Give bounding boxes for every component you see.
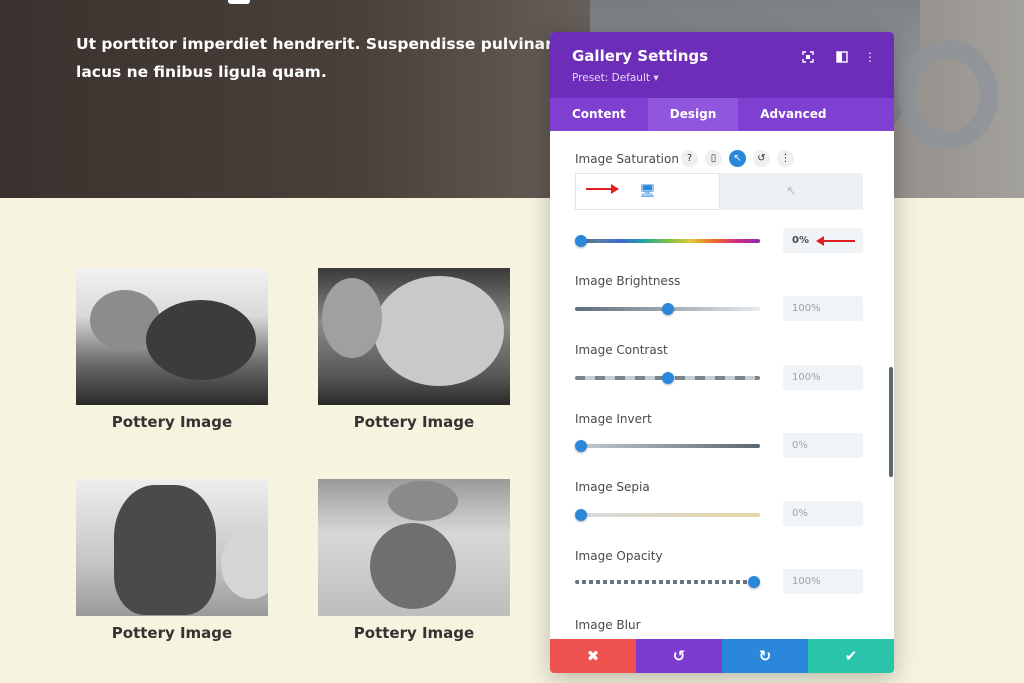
contrast-slider-track[interactable] (575, 372, 760, 384)
opacity-slider-knob[interactable] (748, 576, 760, 588)
annotation-arrow-right (586, 184, 619, 194)
brightness-slider-track[interactable] (575, 303, 760, 315)
brightness-value-input[interactable]: 100% (783, 296, 863, 321)
redo-button[interactable]: ↻ (722, 639, 808, 673)
invert-slider-knob[interactable] (575, 440, 587, 452)
opacity-value-input[interactable]: 100% (783, 569, 863, 594)
undo-button[interactable]: ↺ (636, 639, 722, 673)
cancel-button[interactable]: ✖ (550, 639, 636, 673)
panel-footer: ✖ ↺ ↻ ✔ (550, 639, 894, 673)
panel-body: Image Saturation ? ▯ ↖ ↺ ⋮ 🖥 ↖ 0% Image … (550, 131, 894, 639)
split-view-icon[interactable] (834, 49, 850, 65)
gallery-image[interactable] (76, 268, 268, 405)
saturation-toolbar: ? ▯ ↖ ↺ ⋮ (681, 150, 794, 167)
sepia-slider-knob[interactable] (575, 509, 587, 521)
gallery-item[interactable]: Pottery Image (318, 268, 510, 431)
gallery-image[interactable] (318, 268, 510, 405)
reset-icon[interactable]: ↺ (753, 150, 770, 167)
panel-header: Gallery Settings Preset: Default ▾ ⋮ (550, 32, 894, 98)
hero-text: Ut porttitor imperdiet hendrerit. Suspen… (76, 35, 553, 81)
invert-slider-track[interactable] (575, 440, 760, 452)
close-icon: ✖ (586, 647, 600, 665)
hover-tab[interactable]: ↖ (720, 173, 863, 210)
contrast-value-input[interactable]: 100% (783, 365, 863, 390)
more-icon[interactable]: ⋮ (862, 49, 878, 65)
gallery-image[interactable] (76, 479, 268, 616)
gallery-caption: Pottery Image (353, 624, 475, 642)
help-icon[interactable]: ? (681, 150, 698, 167)
gallery-item[interactable]: Pottery Image (318, 479, 510, 642)
save-button[interactable]: ✔ (808, 639, 894, 673)
gallery-caption: Pottery Image (353, 413, 475, 431)
image-opacity-label: Image Opacity (575, 549, 663, 563)
tab-design[interactable]: Design (647, 98, 739, 131)
image-brightness-label: Image Brightness (575, 274, 681, 288)
saturation-slider-track[interactable] (575, 235, 760, 247)
gallery-image[interactable] (318, 479, 510, 616)
tab-content[interactable]: Content (550, 98, 648, 131)
undo-icon: ↺ (672, 647, 686, 665)
sepia-value-input[interactable]: 0% (783, 501, 863, 526)
brightness-slider-knob[interactable] (661, 303, 674, 315)
sepia-slider-track[interactable] (575, 509, 760, 521)
gallery-caption: Pottery Image (111, 624, 233, 642)
hover-cursor-icon[interactable]: ↖ (729, 150, 746, 167)
image-contrast-label: Image Contrast (575, 343, 668, 357)
gallery-item[interactable]: Pottery Image (76, 479, 268, 642)
invert-value-input[interactable]: 0% (783, 433, 863, 458)
panel-title: Gallery Settings (572, 47, 709, 65)
contrast-slider-knob[interactable] (661, 372, 674, 384)
focus-icon[interactable] (800, 49, 816, 65)
hero-cup-handle (898, 40, 998, 150)
hero-title-fragment (228, 0, 250, 4)
panel-scrollbar[interactable] (889, 367, 893, 477)
panel-tabs: Content Design Advanced (550, 98, 894, 131)
check-icon: ✔ (844, 647, 858, 665)
phone-icon[interactable]: ▯ (705, 150, 722, 167)
opacity-slider-track[interactable] (575, 576, 760, 588)
more-options-icon[interactable]: ⋮ (777, 150, 794, 167)
chevron-down-icon: ▾ (653, 72, 659, 84)
image-blur-label: Image Blur (575, 618, 641, 632)
gallery-settings-panel: Gallery Settings Preset: Default ▾ ⋮ Con… (550, 32, 894, 673)
image-invert-label: Image Invert (575, 412, 652, 426)
gallery-caption: Pottery Image (111, 413, 233, 431)
saturation-slider-knob[interactable] (575, 235, 587, 247)
tab-advanced[interactable]: Advanced (738, 98, 848, 131)
desktop-tab[interactable]: 🖥 (575, 173, 720, 210)
gallery-item[interactable]: Pottery Image (76, 268, 268, 431)
redo-icon: ↻ (758, 647, 772, 665)
cursor-icon: ↖ (786, 184, 797, 199)
image-saturation-label: Image Saturation (575, 152, 679, 166)
preset-label: Preset: Default (572, 72, 650, 84)
image-sepia-label: Image Sepia (575, 480, 650, 494)
preset-selector[interactable]: Preset: Default ▾ (572, 72, 659, 84)
annotation-arrow-left (816, 236, 855, 246)
desktop-icon: 🖥 (639, 184, 656, 199)
